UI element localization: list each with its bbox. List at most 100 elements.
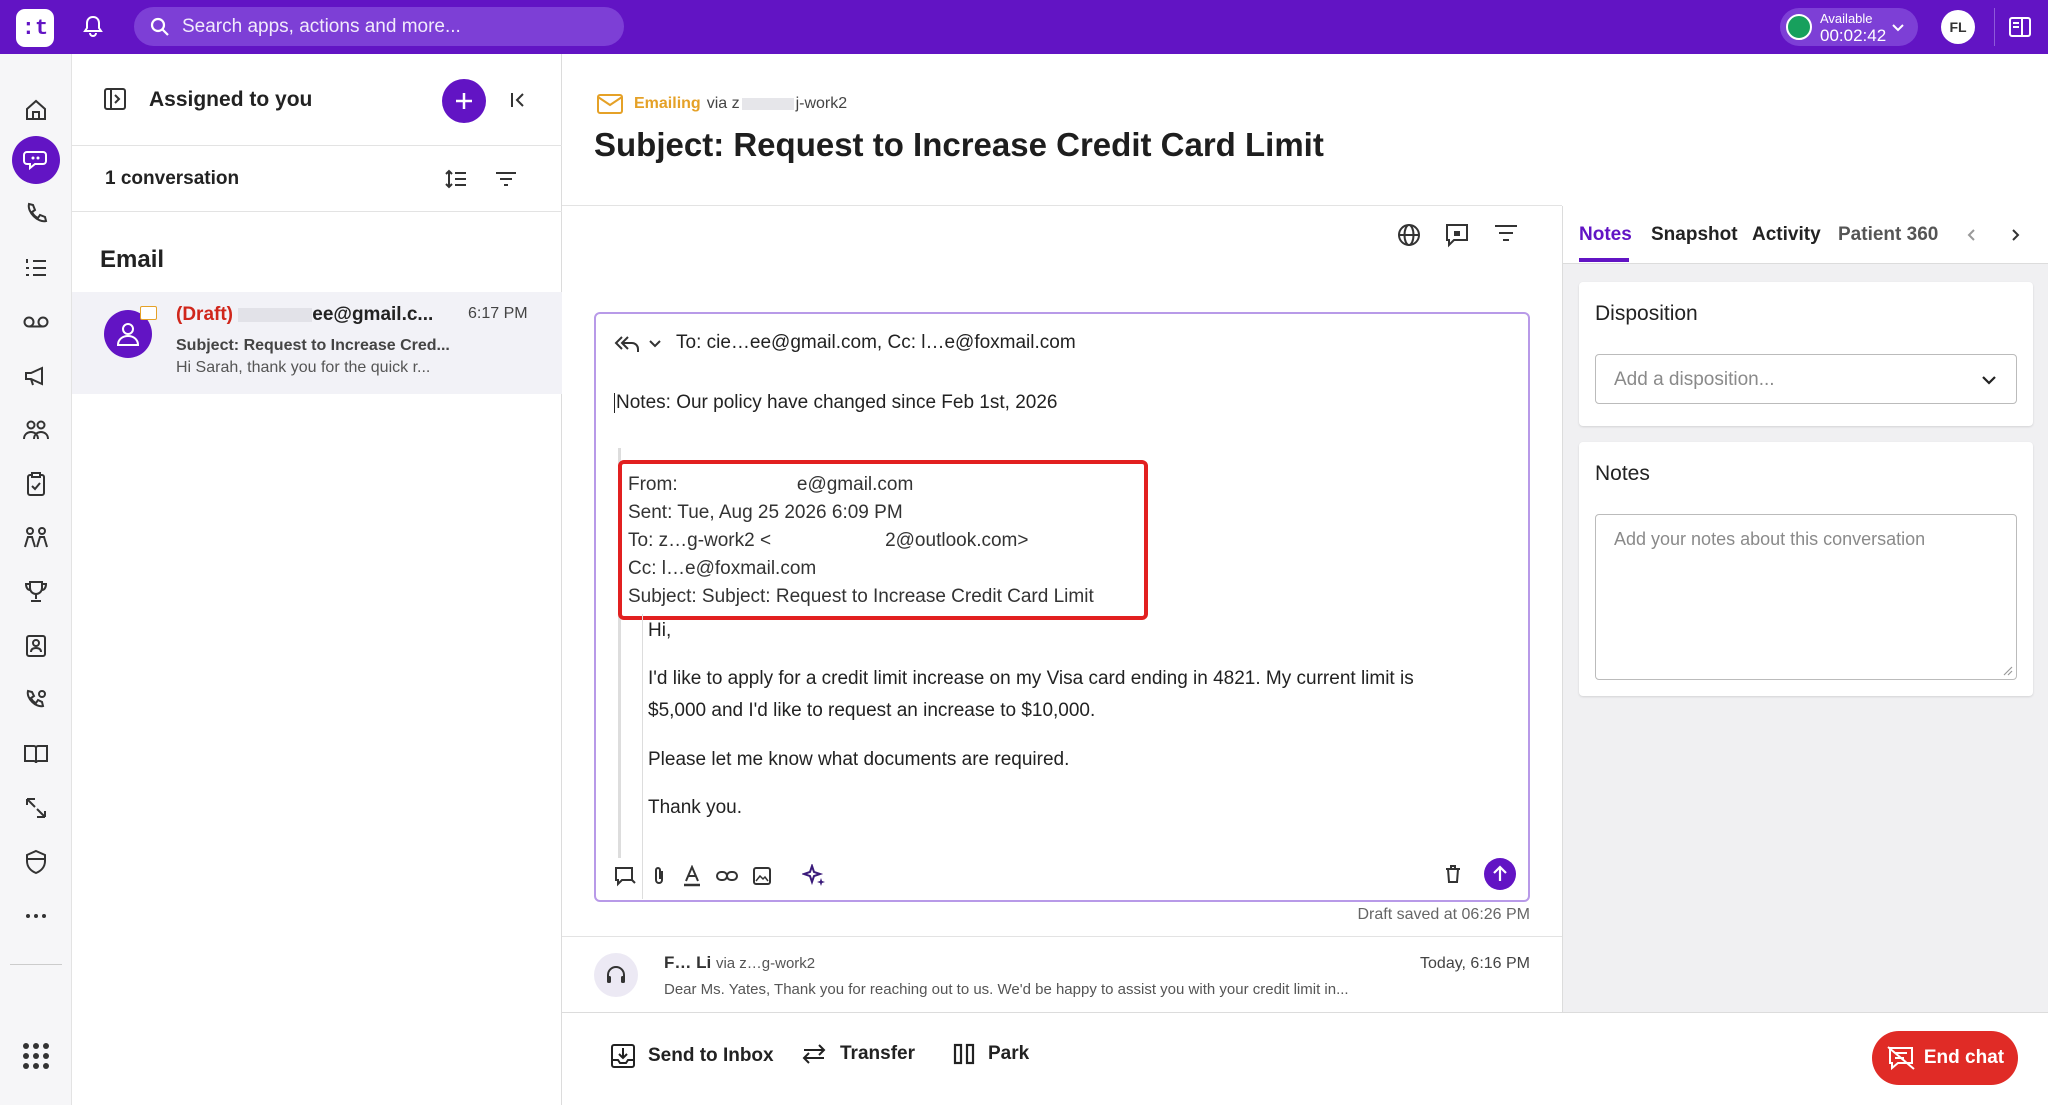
quoted-from: From: e@gmail.com [628,474,914,495]
chevron-right-icon[interactable] [2009,228,2021,242]
agent-avatar [594,953,638,997]
resize-handle-icon[interactable] [2001,664,2013,676]
list-panel-toolbar: 1 conversation [72,146,562,212]
rail-divider [10,964,62,965]
disposition-placeholder: Add a disposition... [1614,369,1775,390]
transfer-button[interactable]: Transfer [800,1043,915,1065]
body-paragraph-2: Please let me know what documents are re… [648,749,1070,770]
disposition-select[interactable]: Add a disposition... [1595,354,2017,404]
megaphone-icon[interactable] [12,352,60,400]
details-tabs: Notes Snapshot Activity Patient 360 [1563,206,2048,264]
list-panel-title: Assigned to you [149,88,313,111]
send-to-inbox-button[interactable]: Send to Inbox [610,1043,774,1069]
plus-icon [456,93,472,109]
reply-all-icon[interactable] [614,334,662,354]
tab-snapshot[interactable]: Snapshot [1651,224,1738,246]
people-icon[interactable] [12,514,60,562]
park-button[interactable]: Park [952,1043,1029,1065]
text-format-icon[interactable] [682,865,702,887]
quoted-cc: Cc: l…e@foxmail.com [628,558,817,579]
conversation-count: 1 conversation [105,168,240,189]
contact-icon[interactable] [12,622,60,670]
canned-response-icon[interactable] [614,865,636,887]
details-side-panel: Notes Snapshot Activity Patient 360 Disp… [1562,206,2048,1012]
status-indicator-icon [1786,14,1812,40]
active-tab-indicator [1579,258,1629,262]
conversation-list-item[interactable]: (Draft) ee@gmail.c... 6:17 PM Subject: R… [72,292,562,394]
conversations-icon[interactable] [12,136,60,184]
sidebar-toggle-icon[interactable] [103,87,127,111]
ai-sparkle-icon[interactable] [802,864,826,888]
tab-activity[interactable]: Activity [1752,224,1821,246]
home-icon[interactable] [12,86,60,134]
list-icon[interactable] [12,244,60,292]
search-input[interactable]: Search apps, actions and more... [134,7,624,46]
composer-note[interactable]: Notes: Our policy have changed since Feb… [614,392,1057,414]
conversation-subject: Subject: Request to Increase Cred... [176,337,450,354]
redacted-block [741,98,794,110]
shield-icon[interactable] [12,838,60,886]
routing-icon[interactable] [12,784,60,832]
availability-status[interactable]: Available 00:02:42 [1780,8,1918,46]
send-button[interactable] [1484,858,1516,890]
draft-label: (Draft) [176,304,233,325]
attachment-icon[interactable] [650,865,668,887]
sort-icon[interactable] [444,168,468,190]
tab-patient-360[interactable]: Patient 360 [1838,224,1938,246]
end-chat-button[interactable]: End chat [1872,1031,2018,1085]
clipboard-icon[interactable] [12,460,60,508]
book-icon[interactable] [12,730,60,778]
mail-icon [597,94,623,114]
apps-grid-icon[interactable] [12,1032,60,1080]
channel-label: Emailing [634,95,701,112]
collapse-panel-icon[interactable] [508,90,528,110]
end-chat-label: End chat [1923,1047,2005,1068]
phone-icon[interactable] [12,190,60,238]
transfer-icon [802,1044,826,1064]
tab-notes[interactable]: Notes [1579,224,1632,246]
person-icon [116,323,140,346]
notes-textarea[interactable]: Add your notes about this conversation [1595,514,2017,680]
recipients-line[interactable]: To: cіе…ee@gmail.com, Cc: l…e@foxmail.co… [676,332,1076,354]
private-note-icon[interactable] [1444,222,1470,248]
side-panel-toggle-icon[interactable] [2008,15,2032,39]
search-placeholder: Search apps, actions and more... [182,15,461,37]
notes-title: Notes [1595,462,1650,485]
delete-draft-icon[interactable] [1444,864,1462,884]
section-heading-email: Email [100,246,165,273]
redacted-block [238,307,313,322]
quote-inner-bar [642,614,643,899]
composer-toolbar [614,859,840,893]
user-avatar[interactable]: FL [1941,10,1975,44]
draft-saved-status: Draft saved at 06:26 PM [1357,906,1530,923]
main-conversation-area: Emailing via z j-work2 Subject: Request … [562,54,1562,1105]
filter-icon[interactable] [495,170,517,188]
email-composer[interactable]: To: cіе…ee@gmail.com, Cc: l…e@foxmail.co… [594,312,1530,902]
message-time: Today, 6:16 PM [1420,955,1530,972]
bell-icon[interactable] [82,14,104,38]
via-text: via z [706,95,740,112]
conversation-list-panel: Assigned to you 1 conversation Email (Dr… [72,54,562,1105]
conversation-sender: (Draft) ee@gmail.c... [176,304,433,326]
call-settings-icon[interactable] [12,676,60,724]
trophy-icon[interactable] [12,568,60,616]
globe-icon[interactable] [1396,222,1422,248]
notes-card: Notes Add your notes about this conversa… [1579,442,2033,696]
image-icon[interactable] [752,866,772,886]
voicemail-icon[interactable] [12,298,60,346]
more-icon[interactable] [12,892,60,940]
text-caret [614,392,615,413]
channel-line: Emailing via z j-work2 [596,93,847,115]
quoted-to: To: z…g-work2 < 2@outlook.com> [628,530,1029,551]
sender-name: F… Li [664,953,712,972]
app-logo[interactable]: :t [16,9,54,47]
team-icon[interactable] [12,406,60,454]
new-conversation-button[interactable] [442,79,486,123]
link-icon[interactable] [716,868,738,884]
left-nav-rail [0,54,72,1105]
chevron-left-icon[interactable] [1966,228,1978,242]
thread-message[interactable]: F… Li via z…g-work2 Today, 6:16 PM Dear … [562,937,1562,1011]
park-label: Park [988,1043,1030,1064]
notes-placeholder: Add your notes about this conversation [1614,529,1926,549]
filter-icon[interactable] [1494,222,1518,244]
